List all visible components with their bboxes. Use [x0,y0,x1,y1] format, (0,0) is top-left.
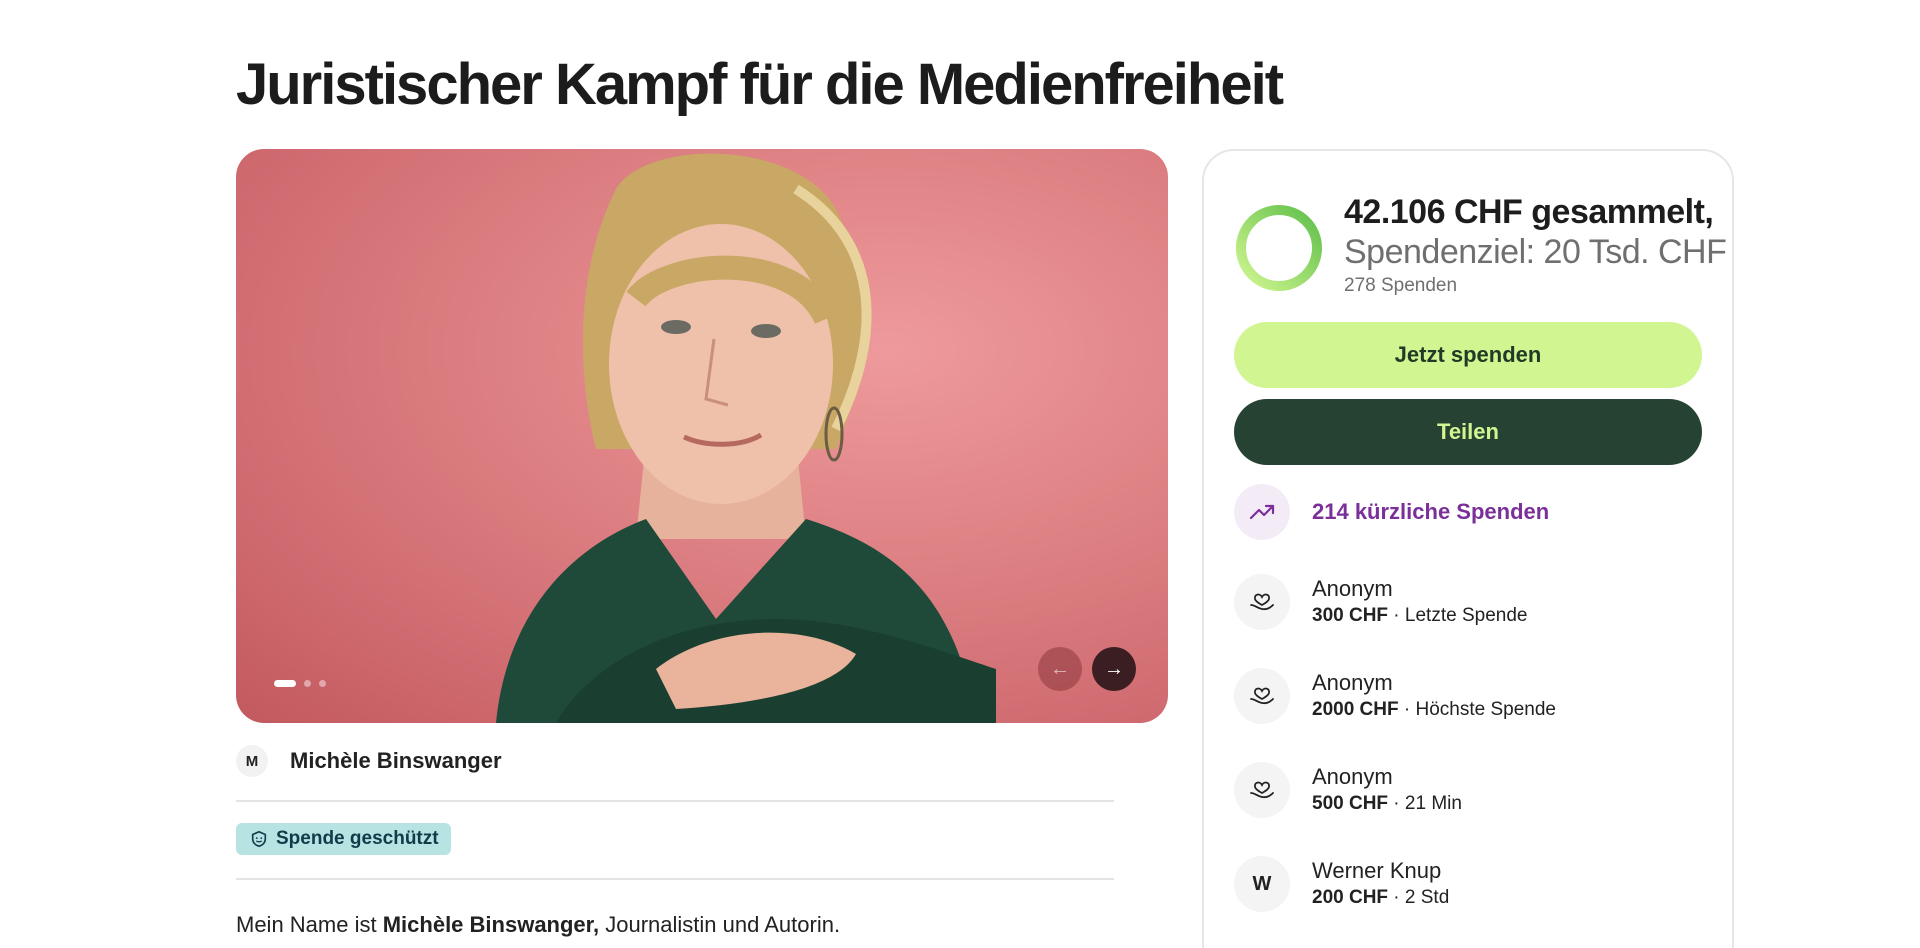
donate-button[interactable]: Jetzt spenden [1234,322,1702,388]
carousel-dot[interactable] [319,680,326,687]
recent-donations-label: 214 kürzliche Spenden [1312,499,1550,524]
donor-name: Anonym [1312,670,1393,695]
donation-meta: 2000 CHF · Höchste Spende [1312,697,1556,723]
donation-item: Anonym 500 CHF · 21 Min [1234,762,1462,818]
donation-item: Anonym 300 CHF · Letzte Spende [1234,574,1527,630]
donation-item: Anonym 2000 CHF · Höchste Spende [1234,668,1556,724]
campaign-photo [496,153,996,723]
avatar: W [1234,856,1290,912]
story-intro-prefix: Mein Name ist [236,912,383,937]
page-title: Juristischer Kampf für die Medienfreihei… [236,52,1284,117]
heart-hand-icon [1234,762,1290,818]
donation-protected-badge[interactable]: Spende geschützt [236,823,451,855]
carousel-next-button[interactable]: → [1092,647,1136,691]
avatar: M [236,745,268,777]
trending-up-icon [1234,484,1290,540]
donor-initial: W [1252,872,1272,895]
share-button[interactable]: Teilen [1234,399,1702,465]
donation-amount: 200 CHF [1312,887,1389,908]
carousel-prev-button[interactable]: ← [1038,647,1082,691]
carousel-dot-active[interactable] [274,680,296,687]
donation-detail: · Höchste Spende [1398,699,1556,720]
carousel-dot[interactable] [304,680,311,687]
donation-amount: 2000 CHF [1312,699,1399,720]
arrow-right-icon: → [1104,657,1124,680]
organizer-name[interactable]: Michèle Binswanger [290,748,502,774]
donation-count: 278 Spenden [1344,275,1458,296]
amount-raised: 42.106 CHF gesammelt, [1344,193,1714,231]
donation-detail: · Letzte Spende [1388,605,1528,626]
donor-name: Werner Knup [1312,858,1442,883]
arrow-left-icon: ← [1050,657,1070,680]
donor-name: Anonym [1312,576,1393,601]
recent-donations-link[interactable]: 214 kürzliche Spenden [1234,484,1549,540]
progress-ring [1236,205,1322,291]
heart-hand-icon [1234,574,1290,630]
story-intro: Mein Name ist Michèle Binswanger, Journa… [236,912,840,938]
donor-name: Anonym [1312,764,1393,789]
shield-icon [251,830,267,848]
organizer[interactable]: M Michèle Binswanger [236,745,502,777]
donation-amount: 300 CHF [1312,605,1389,626]
story-intro-suffix: Journalistin und Autorin. [599,912,841,937]
donation-meta: 500 CHF · 21 Min [1312,791,1462,817]
donation-card: 42.106 CHF gesammelt, Spendenziel: 20 Ts… [1202,149,1734,948]
story-intro-name: Michèle Binswanger, [382,912,600,937]
heart-hand-icon [1234,668,1290,724]
donation-meta: 200 CHF · 2 Std [1312,885,1449,911]
divider [236,878,1114,880]
donation-amount: 500 CHF [1312,793,1389,814]
donation-meta: 300 CHF · Letzte Spende [1312,603,1527,629]
protect-label: Spende geschützt [276,828,439,849]
campaign-image-carousel[interactable]: ← → [236,149,1168,723]
donation-goal: Spendenziel: 20 Tsd. CHF [1344,233,1727,271]
divider [236,800,1114,802]
donation-detail: · 21 Min [1388,793,1462,814]
donation-detail: · 2 Std [1388,887,1450,908]
donation-item: W Werner Knup 200 CHF · 2 Std [1234,856,1449,912]
carousel-pagination [274,680,326,687]
